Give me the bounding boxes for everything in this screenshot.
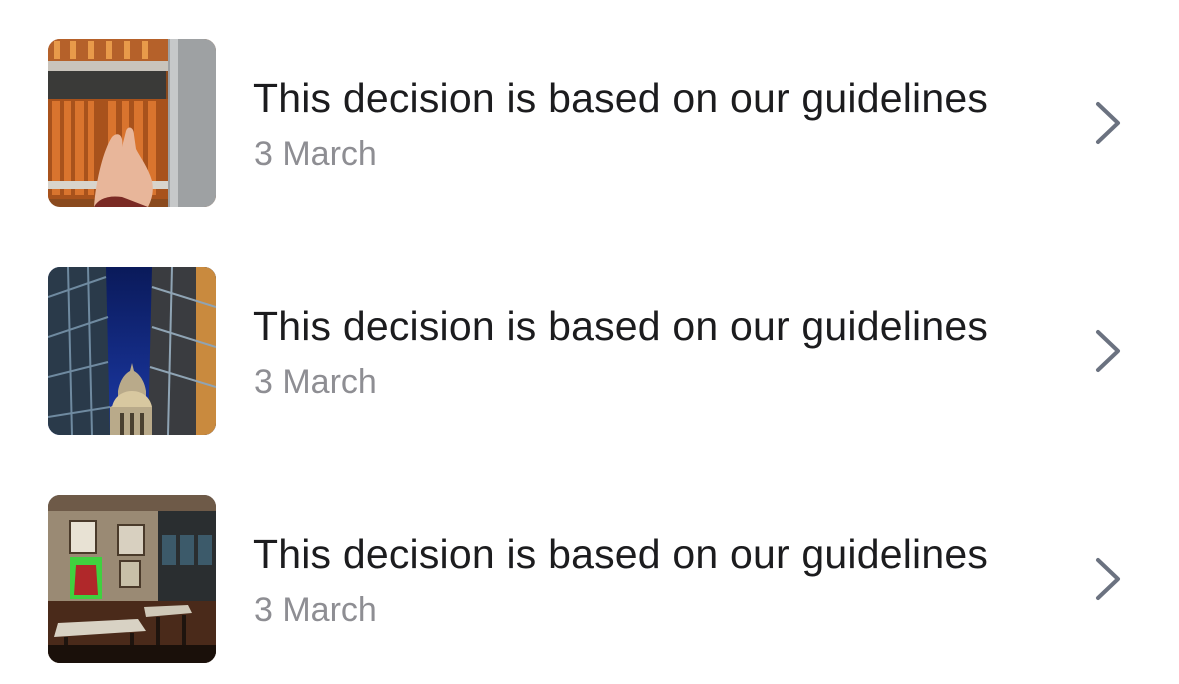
notification-list: This decision is based on our guidelines… <box>0 0 1179 674</box>
notification-title: This decision is based on our guidelines <box>253 531 989 577</box>
notification-date: 3 March <box>254 591 377 629</box>
notification-date: 3 March <box>254 135 377 173</box>
list-item[interactable]: This decision is based on our guidelines… <box>0 456 1179 684</box>
notification-date: 3 March <box>254 363 377 401</box>
cathedral-thumbnail <box>48 267 216 435</box>
chevron-right-icon <box>1090 100 1126 146</box>
notification-title: This decision is based on our guidelines <box>253 75 989 121</box>
bookshelf-thumbnail <box>48 39 216 207</box>
chevron-right-icon <box>1090 556 1126 602</box>
list-item[interactable]: This decision is based on our guidelines… <box>0 0 1179 228</box>
chevron-right-icon <box>1090 328 1126 374</box>
list-item[interactable]: This decision is based on our guidelines… <box>0 228 1179 456</box>
restaurant-thumbnail <box>48 495 216 663</box>
notification-title: This decision is based on our guidelines <box>253 303 989 349</box>
